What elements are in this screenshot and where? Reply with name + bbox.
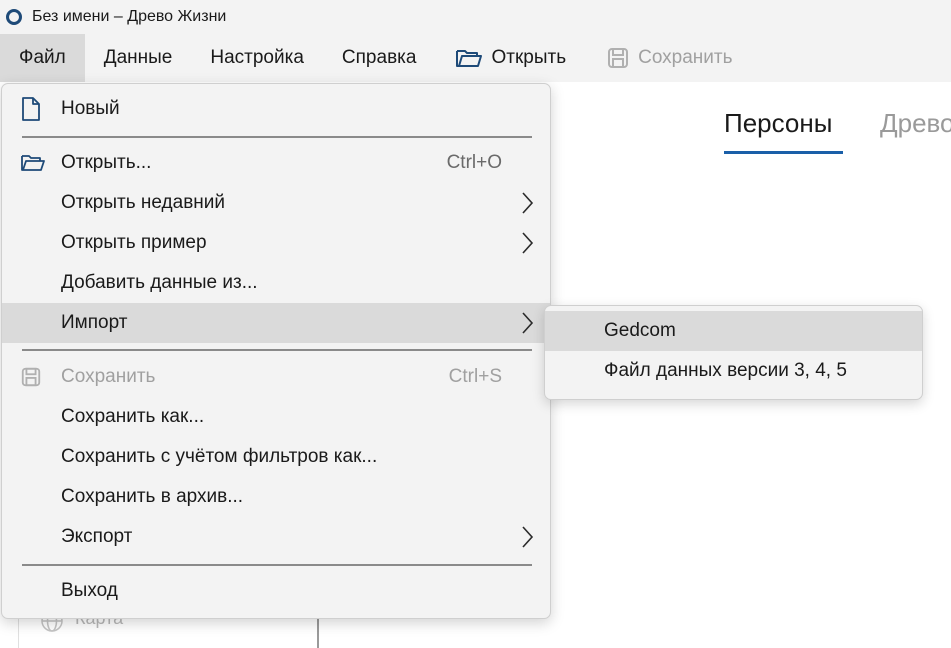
- menu-item-open-label: Открыть...: [61, 152, 152, 173]
- menu-separator: [22, 136, 532, 138]
- menu-item-save-filtered-label: Сохранить с учётом фильтров как...: [61, 446, 378, 467]
- file-menu-dropdown: Новый Открыть... Ctrl+O Открыть недавний…: [1, 83, 551, 619]
- menu-item-save-filtered[interactable]: Сохранить с учётом фильтров как...: [2, 437, 550, 477]
- menu-item-save[interactable]: Сохранить Ctrl+S: [2, 357, 550, 397]
- menu-item-open-sample[interactable]: Открыть пример: [2, 223, 550, 263]
- menu-item-save-archive-label: Сохранить в архив...: [61, 486, 244, 507]
- submenu-item-gedcom-label: Gedcom: [604, 320, 676, 341]
- menu-item-open[interactable]: Открыть... Ctrl+O: [2, 143, 550, 183]
- tab-persons[interactable]: Персоны: [724, 108, 832, 139]
- menu-settings[interactable]: Настройка: [191, 34, 323, 82]
- chevron-right-icon: [522, 232, 534, 254]
- submenu-item-legacy-data[interactable]: Файл данных версии 3, 4, 5: [545, 351, 922, 391]
- menu-item-import-label: Импорт: [61, 312, 128, 333]
- folder-open-icon: [21, 155, 45, 171]
- save-shortcut: Ctrl+S: [448, 366, 502, 387]
- menu-item-add-data-label: Добавить данные из...: [61, 272, 258, 293]
- save-disk-icon: [21, 367, 41, 387]
- menu-item-new-label: Новый: [61, 98, 120, 119]
- menu-data[interactable]: Данные: [85, 34, 192, 82]
- app-logo-icon: [6, 9, 22, 25]
- menu-item-save-label: Сохранить: [61, 366, 156, 387]
- save-button[interactable]: Сохранить: [586, 34, 752, 82]
- submenu-item-legacy-data-label: Файл данных версии 3, 4, 5: [604, 360, 847, 381]
- tab-tree[interactable]: Древо: [880, 108, 951, 139]
- folder-open-icon: [456, 50, 483, 67]
- menu-item-open-recent-label: Открыть недавний: [61, 192, 226, 213]
- save-disk-icon: [608, 48, 629, 68]
- chevron-right-icon: [522, 192, 534, 214]
- open-button-label: Открыть: [491, 47, 567, 68]
- menu-item-export-label: Экспорт: [61, 526, 133, 547]
- import-submenu: Gedcom Файл данных версии 3, 4, 5: [544, 305, 923, 400]
- menu-item-open-recent[interactable]: Открыть недавний: [2, 183, 550, 223]
- new-file-icon: [22, 97, 40, 121]
- menu-item-save-as-label: Сохранить как...: [61, 406, 205, 427]
- menu-bar: Файл Данные Настройка Справка Открыть Со…: [0, 34, 951, 82]
- chevron-right-icon: [522, 312, 534, 334]
- chevron-right-icon: [522, 526, 534, 548]
- menu-item-new[interactable]: Новый: [2, 89, 550, 129]
- menu-item-exit[interactable]: Выход: [2, 571, 550, 611]
- open-button[interactable]: Открыть: [435, 34, 586, 82]
- save-button-label: Сохранить: [638, 47, 733, 68]
- active-tab-indicator: [724, 151, 843, 154]
- menu-item-exit-label: Выход: [61, 580, 118, 601]
- menu-item-import[interactable]: Импорт: [2, 303, 550, 343]
- title-bar: Без имени – Древо Жизни: [0, 0, 951, 34]
- menu-separator: [22, 564, 532, 566]
- menu-item-open-sample-label: Открыть пример: [61, 232, 207, 253]
- menu-item-export[interactable]: Экспорт: [2, 517, 550, 557]
- menu-item-save-as[interactable]: Сохранить как...: [2, 397, 550, 437]
- submenu-item-gedcom[interactable]: Gedcom: [545, 311, 922, 351]
- menu-item-save-archive[interactable]: Сохранить в архив...: [2, 477, 550, 517]
- window-title: Без имени – Древо Жизни: [32, 8, 227, 25]
- menu-item-add-data[interactable]: Добавить данные из...: [2, 263, 550, 303]
- menu-file[interactable]: Файл: [0, 34, 85, 82]
- menu-separator: [22, 349, 532, 351]
- open-shortcut: Ctrl+O: [446, 152, 502, 173]
- menu-help[interactable]: Справка: [323, 34, 436, 82]
